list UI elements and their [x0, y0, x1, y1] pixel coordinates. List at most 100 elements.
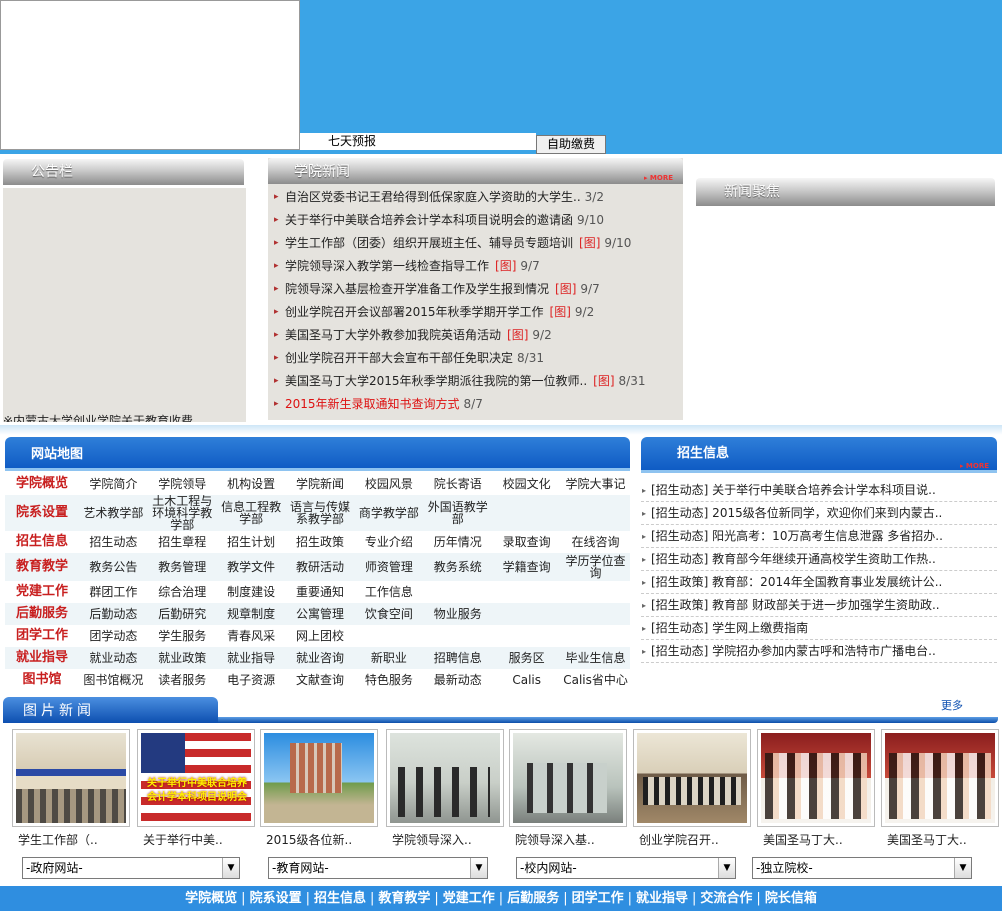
site-map-link[interactable]: 学院新闻 [286, 473, 355, 495]
site-map-link[interactable]: 就业动态 [79, 647, 148, 669]
picture-frame[interactable] [12, 729, 130, 827]
footer-nav-link[interactable]: 交流合作 [700, 891, 752, 906]
admission-item[interactable]: [招生动态] 学生网上缴费指南 [641, 617, 997, 640]
picture-news-item[interactable]: 2015级各位新.. [260, 729, 380, 848]
site-map-link[interactable]: 招生政策 [286, 531, 355, 553]
picture-frame[interactable] [260, 729, 378, 827]
picture-frame[interactable] [757, 729, 875, 827]
site-map-link[interactable]: 图书馆概况 [79, 669, 148, 691]
picture-news-item[interactable]: 创业学院召开.. [633, 729, 753, 848]
chevron-down-icon[interactable]: ▼ [954, 858, 971, 878]
news-item[interactable]: 院领导深入基层检查开学准备工作及学生报到情况 [图]9/7 [268, 278, 683, 301]
picture-news-item[interactable]: 美国圣马丁大.. [757, 729, 877, 848]
admission-more-text[interactable]: MORE [966, 462, 989, 470]
picture-caption[interactable]: 学生工作部（.. [12, 831, 132, 848]
site-map-category[interactable]: 院系设置 [5, 495, 79, 531]
site-map-link[interactable]: 招生计划 [217, 531, 286, 553]
news-item[interactable]: 学生工作部（团委）组织开展班主任、辅导员专题培训 [图]9/10 [268, 232, 683, 255]
weather-forecast-link[interactable]: 七天预报 [300, 133, 536, 150]
site-map-link[interactable]: 招聘信息 [423, 647, 493, 669]
site-map-link[interactable]: 校园风景 [355, 473, 424, 495]
site-map-link[interactable]: 学院简介 [79, 473, 148, 495]
site-map-link[interactable]: 教务系统 [423, 553, 493, 581]
picture-caption[interactable]: 2015级各位新.. [260, 831, 380, 848]
site-map-link[interactable]: 教务管理 [147, 553, 217, 581]
admission-item[interactable]: [招生动态] 教育部今年继续开通高校学生资助工作热.. [641, 548, 997, 571]
picture-frame[interactable]: 关于举行中美联合培养会计学本科项目说明会 [137, 729, 255, 827]
admission-item[interactable]: [招生动态] 阳光高考：10万高考生信息泄露 多省招办.. [641, 525, 997, 548]
news-item-title[interactable]: 创业学院召开干部大会宣布干部任免职决定 [285, 351, 513, 365]
site-map-link[interactable]: 后勤研究 [147, 603, 217, 625]
link-select[interactable]: -教育网站- ▼ [268, 857, 488, 879]
site-map-link[interactable]: 教学文件 [216, 553, 286, 581]
site-map-link[interactable]: 新职业 [354, 647, 424, 669]
chevron-down-icon[interactable]: ▼ [470, 858, 487, 878]
news-photo[interactable] [16, 733, 126, 823]
site-map-link[interactable]: 网上团校 [286, 625, 355, 647]
site-map-link[interactable]: 制度建设 [217, 581, 286, 603]
site-map-category[interactable]: 图书馆 [5, 669, 79, 691]
site-map-link[interactable]: 师资管理 [354, 553, 424, 581]
picture-caption[interactable]: 美国圣马丁大.. [881, 831, 1001, 848]
news-item[interactable]: 创业学院召开干部大会宣布干部任免职决定 8/31 [268, 347, 683, 370]
footer-nav-link[interactable]: 教育教学 [378, 891, 430, 906]
news-item-title[interactable]: 自治区党委书记王君给得到低保家庭入学资助的大学生.. [285, 190, 581, 204]
site-map-link[interactable]: 艺术教学部 [79, 495, 148, 531]
site-map-link[interactable]: 就业咨询 [285, 647, 355, 669]
news-photo[interactable] [637, 733, 747, 823]
site-map-category[interactable]: 党建工作 [5, 581, 79, 603]
site-map-link[interactable]: 后勤动态 [79, 603, 148, 625]
footer-nav-link[interactable]: 党建工作 [443, 891, 495, 906]
site-map-link[interactable]: Calis省中心 [561, 669, 630, 691]
chevron-down-icon[interactable]: ▼ [222, 858, 239, 878]
picture-caption[interactable]: 关于举行中美.. [137, 831, 257, 848]
footer-nav-link[interactable]: 招生信息 [314, 891, 366, 906]
site-map-link[interactable]: 最新动态 [423, 669, 492, 691]
news-more-text[interactable]: MORE [650, 174, 673, 182]
admission-item[interactable]: [招生动态] 2015级各位新同学，欢迎你们来到内蒙古.. [641, 502, 997, 525]
site-map-category[interactable]: 招生信息 [5, 531, 79, 553]
site-map-link[interactable]: 学历学位查询 [561, 553, 630, 581]
picture-frame[interactable] [509, 729, 627, 827]
site-map-link[interactable]: 机构设置 [217, 473, 286, 495]
notice-marquee-link[interactable]: ※内蒙古大学创业学院关于教育收费.. [3, 412, 201, 422]
site-map-link[interactable]: 公寓管理 [285, 603, 355, 625]
news-photo[interactable] [761, 733, 871, 823]
footer-nav-link[interactable]: 学院概览 [185, 891, 237, 906]
site-map-link[interactable]: 招生动态 [79, 531, 148, 553]
site-map-link[interactable]: 语言与传媒系教学部 [285, 495, 355, 531]
site-map-link[interactable]: 学生服务 [148, 625, 217, 647]
admission-item[interactable]: [招生动态] 学院招办参加内蒙古呼和浩特市广播电台.. [641, 640, 997, 663]
news-photo[interactable]: 关于举行中美联合培养会计学本科项目说明会 [141, 733, 251, 823]
link-select[interactable]: -独立院校- ▼ [752, 857, 972, 879]
self-pay-button[interactable]: 自助缴费 [536, 135, 606, 154]
footer-nav-link[interactable]: 后勤服务 [507, 891, 559, 906]
news-item[interactable]: 创业学院召开会议部署2015年秋季学期开学工作 [图]9/2 [268, 301, 683, 324]
admission-item[interactable]: [招生动态] 关于举行中美联合培养会计学本科项目说.. [641, 479, 997, 502]
site-map-link[interactable]: 读者服务 [148, 669, 217, 691]
site-map-link[interactable]: 工作信息 [355, 581, 424, 603]
site-map-link[interactable]: 在线咨询 [561, 531, 630, 553]
site-map-link[interactable]: 电子资源 [217, 669, 286, 691]
picture-news-item[interactable]: 关于举行中美联合培养会计学本科项目说明会关于举行中美.. [137, 729, 257, 848]
picture-frame[interactable] [881, 729, 999, 827]
site-map-link[interactable]: 外国语教学部 [423, 495, 493, 531]
news-photo[interactable] [885, 733, 995, 823]
site-map-link[interactable]: 就业政策 [147, 647, 217, 669]
site-map-link[interactable]: 商学教学部 [354, 495, 424, 531]
site-map-category[interactable]: 团学工作 [5, 625, 79, 647]
footer-nav-link[interactable]: 院系设置 [250, 891, 302, 906]
site-map-link[interactable]: 历年情况 [423, 531, 492, 553]
site-map-link[interactable]: 群团工作 [79, 581, 148, 603]
chevron-down-icon[interactable]: ▼ [718, 858, 735, 878]
site-map-link[interactable]: 文献查询 [286, 669, 355, 691]
picture-caption[interactable]: 创业学院召开.. [633, 831, 753, 848]
picture-frame[interactable] [386, 729, 504, 827]
news-photo[interactable] [264, 733, 374, 823]
news-photo[interactable] [513, 733, 623, 823]
site-map-link[interactable]: 校园文化 [492, 473, 561, 495]
news-item-title[interactable]: 院领导深入基层检查开学准备工作及学生报到情况 [285, 282, 549, 296]
news-item-title[interactable]: 美国圣马丁大学2015年秋季学期派往我院的第一位教师.. [285, 374, 587, 388]
site-map-link[interactable]: 信息工程教学部 [216, 495, 286, 531]
link-select[interactable]: -校内网站- ▼ [516, 857, 736, 879]
